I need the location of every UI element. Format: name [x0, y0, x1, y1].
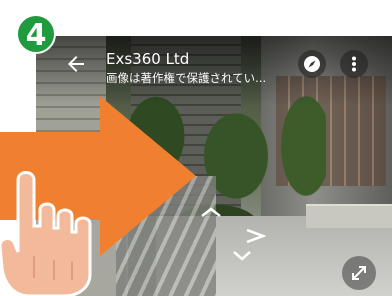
back-button[interactable]: [64, 52, 88, 76]
chevron-icon[interactable]: [200, 206, 222, 218]
tutorial-screenshot: Exs360 Ltd 画像は著作権で保護されてい... 4: [0, 0, 392, 296]
copyright-notice: 画像は著作権で保護されてい...: [106, 71, 267, 85]
fullscreen-button[interactable]: [342, 256, 376, 290]
chevron-icon[interactable]: [232, 250, 252, 262]
planter-box: [306, 204, 392, 228]
compass-icon: [304, 56, 320, 72]
step-number-badge: 4: [16, 14, 56, 54]
more-vert-icon: [352, 56, 356, 72]
place-title: Exs360 Ltd: [106, 50, 190, 68]
more-options-button[interactable]: [340, 50, 368, 78]
compass-button[interactable]: [298, 50, 326, 78]
pointing-hand-graphic: [0, 171, 92, 296]
chevron-icon[interactable]: [244, 228, 266, 244]
arrow-left-icon: [68, 56, 84, 72]
expand-icon: [352, 266, 366, 280]
